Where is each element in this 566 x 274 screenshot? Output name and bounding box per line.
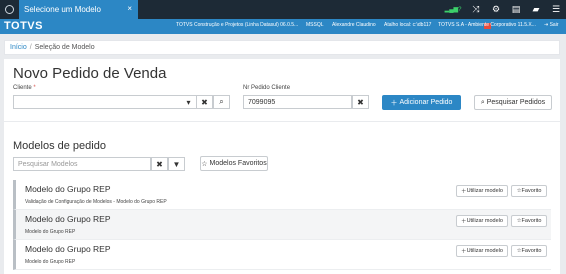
gear-icon[interactable]: ⚙ [486,0,506,19]
home-circle-icon [5,5,14,14]
model-name: Modelo do Grupo REP [25,184,111,194]
use-model-button[interactable]: ＋ Utilizar modelo [456,245,508,257]
model-description: Modelo do Grupo REP [25,259,76,265]
clear-client-button[interactable]: ✖ [196,95,213,109]
shuffle-icon[interactable]: ⤨ [466,0,486,19]
environment-info: TOTVS S.A - Ambiente Corporativo 11.5.X.… [438,22,536,28]
server-info: Atalho local: c:\db117 [384,22,432,28]
use-model-label: Utilizar modelo [466,248,503,254]
client-input[interactable] [13,95,197,109]
divider [4,121,560,122]
model-name: Modelo do Grupo REP [25,244,111,254]
favorite-label: Favorito [521,248,542,254]
list-item: Modelo do Grupo REP Validação de Configu… [13,180,551,210]
breadcrumb: Início / Seleção de Modelo [4,40,560,55]
order-number-label: Nr Pedido Cliente [243,85,291,91]
menu-icon[interactable]: ☰ [546,0,566,19]
top-bar: Selecione um Modelo × ▂▄▆ ? ⤨ ⚙ ▤ ▰ ☰ [0,0,566,19]
tab-label: Selecione um Modelo [24,5,101,14]
breadcrumb-separator: / [29,44,32,51]
signal-text: ? [458,6,462,13]
favorite-models-button[interactable]: ☆ Modelos Favoritos [200,156,268,171]
clear-models-search-button[interactable]: ✖ [151,157,168,171]
favorite-models-label: Modelos Favoritos [209,160,267,167]
chevron-down-icon[interactable]: ▾ [180,95,197,109]
search-models-input[interactable]: Pesquisar Modelos [13,157,151,171]
star-icon: ☆ [201,160,208,168]
search-orders-label: Pesquisar Pedidos [486,99,546,106]
favorite-button[interactable]: ☆ Favorito [511,215,547,227]
favorite-button[interactable]: ☆ Favorito [511,245,547,257]
filter-icon: ▼ [172,159,181,169]
document-icon[interactable]: ▤ [506,0,526,19]
use-model-button[interactable]: ＋ Utilizar modelo [456,215,508,227]
favorite-button[interactable]: ☆ Favorito [511,185,547,197]
main-card: Novo Pedido de Venda Cliente * ▾ ✖ ⌕ Nr … [4,59,560,274]
close-icon[interactable]: × [127,4,132,13]
favorite-label: Favorito [521,218,542,224]
breadcrumb-home[interactable]: Início [10,44,27,51]
logout-label: Sair [549,22,559,28]
chat-icon[interactable]: ▰ [526,0,546,19]
tab-selecione-modelo[interactable]: Selecione um Modelo × [19,0,138,19]
model-name: Modelo do Grupo REP [25,214,111,224]
favorite-label: Favorito [521,188,542,194]
model-list: Modelo do Grupo REP Validação de Configu… [13,180,551,270]
client-label: Cliente * [13,85,36,91]
search-icon: ⌕ [219,97,224,106]
logout-link[interactable]: ⇥ Sair [544,22,559,28]
user-info[interactable]: Alexandre Claudino [332,22,376,28]
required-mark: * [33,85,36,91]
page-title: Novo Pedido de Venda [13,65,167,82]
home-button[interactable] [0,0,19,19]
database-info: MSSQL [306,22,324,28]
model-description: Modelo do Grupo REP [25,229,76,235]
clear-order-button[interactable]: ✖ [352,95,369,109]
search-icon: ⌕ [480,98,485,106]
model-description: Validação de Configuração de Modelos - M… [25,199,167,205]
company-info[interactable]: TOTVS Construção e Projetos (Linha Datas… [176,22,298,28]
add-order-button[interactable]: ＋ Adicionar Pedido [382,95,461,110]
search-client-button[interactable]: ⌕ [213,95,230,109]
list-item: Modelo do Grupo REP Modelo do Grupo REP … [13,240,551,270]
signal-icon[interactable]: ▂▄▆ ? [440,0,466,19]
top-bar-actions: ▂▄▆ ? ⤨ ⚙ ▤ ▰ ☰ [440,0,566,19]
order-number-input[interactable]: 7099095 [243,95,352,109]
list-item: Modelo do Grupo REP Modelo do Grupo REP … [13,210,551,240]
filter-button[interactable]: ▼ [168,157,185,171]
brand-logo: TOTVS [4,20,43,32]
models-title: Modelos de pedido [13,140,106,152]
use-model-label: Utilizar modelo [466,218,503,224]
breadcrumb-current: Seleção de Modelo [34,44,95,51]
use-model-label: Utilizar modelo [466,188,503,194]
brand-bar: TOTVS TOTVS Construção e Projetos (Linha… [0,19,566,34]
use-model-button[interactable]: ＋ Utilizar modelo [456,185,508,197]
search-orders-button[interactable]: ⌕ Pesquisar Pedidos [474,95,552,110]
add-order-label: Adicionar Pedido [399,99,453,106]
